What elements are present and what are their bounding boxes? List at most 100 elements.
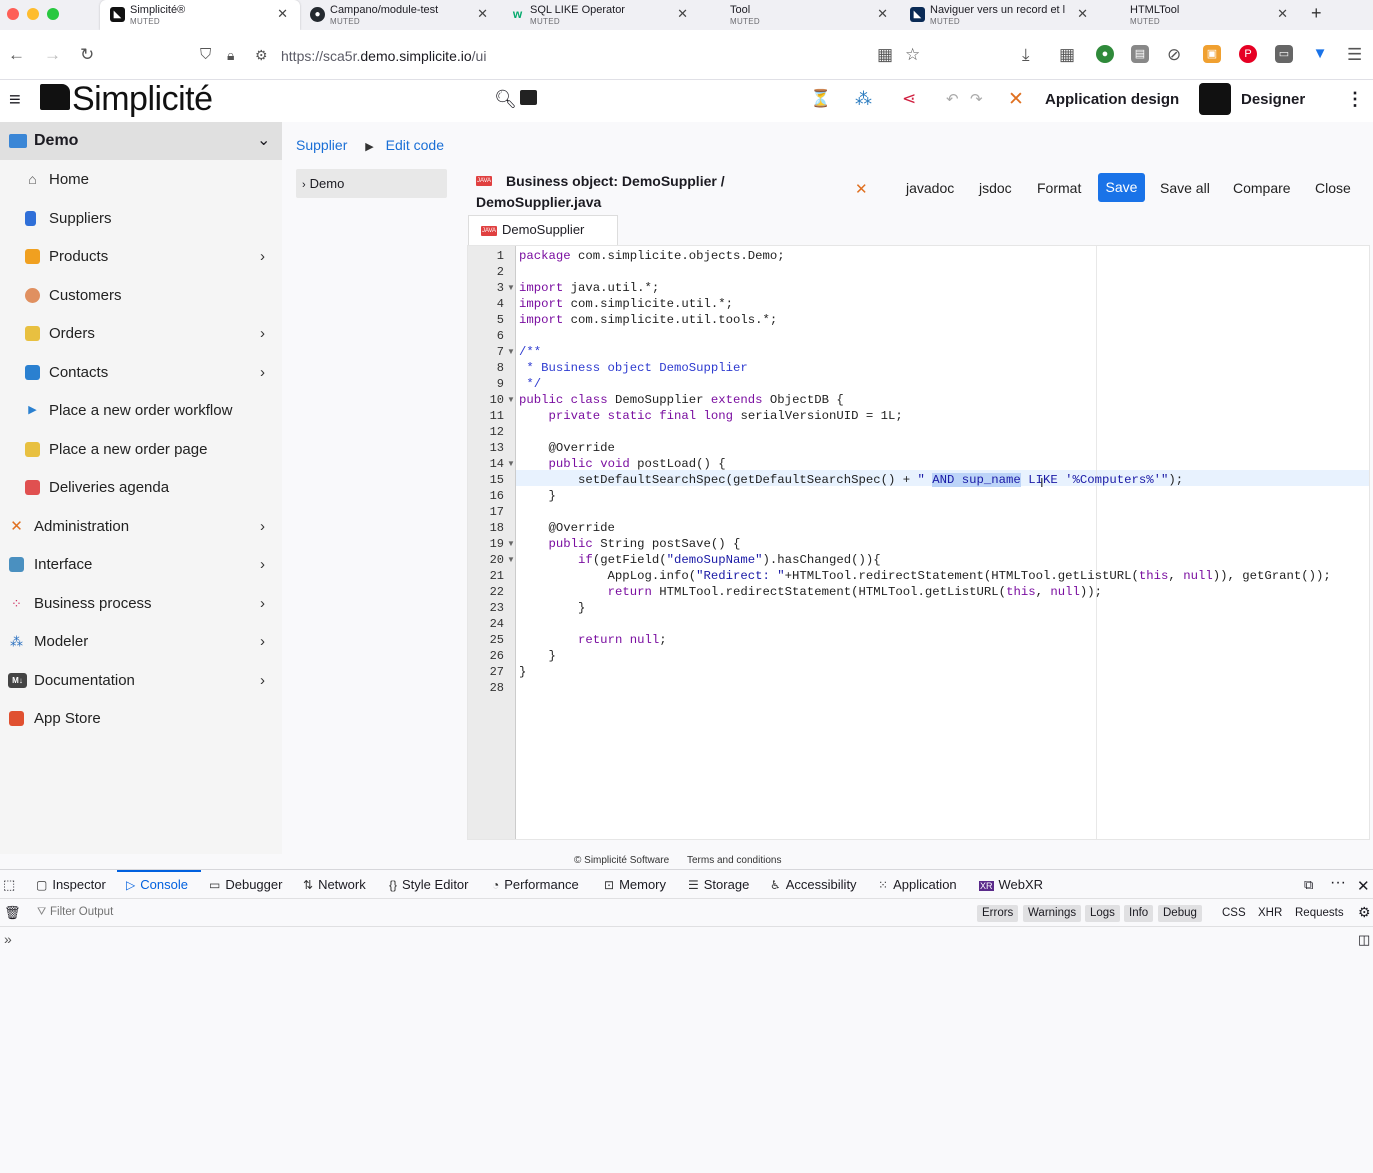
tab-application[interactable]: ⁙ Application — [878, 877, 957, 892]
sidebar-item-deliveries-agenda[interactable]: Deliveries agenda — [0, 469, 282, 507]
browser-tab-w3schools[interactable]: w SQL LIKE Operator MUTED ✕ — [500, 0, 700, 30]
sidebar-item-place-order-page[interactable]: Place a new order page — [0, 431, 282, 469]
tab-memory[interactable]: ⊡ Memory — [604, 877, 666, 892]
url-bar[interactable]: https://sca5r.demo.simplicite.io/ui — [281, 48, 486, 64]
level-info-toggle[interactable]: Info — [1124, 905, 1154, 922]
sidebar-item-orders[interactable]: Orders › — [0, 315, 282, 353]
sidebar-item-customers[interactable]: Customers — [0, 277, 282, 315]
xhr-filter-toggle[interactable]: XHR — [1253, 905, 1287, 922]
javadoc-button[interactable]: javadoc — [906, 180, 954, 196]
back-arrow-icon[interactable]: ← — [8, 45, 25, 65]
tools-icon[interactable]: ✕ — [1008, 88, 1024, 111]
split-console-icon[interactable]: ◫ — [1358, 932, 1370, 948]
user-label[interactable]: Designer — [1241, 91, 1305, 108]
fold-arrow-icon[interactable]: ▼ — [507, 536, 515, 552]
requests-filter-toggle[interactable]: Requests — [1290, 905, 1349, 922]
code-line[interactable]: import com.simplicite.util.*; — [519, 296, 733, 312]
level-debug-toggle[interactable]: Debug — [1158, 905, 1202, 922]
jsdoc-button[interactable]: jsdoc — [979, 180, 1012, 196]
kebab-menu-icon[interactable]: ⋮ — [1346, 89, 1364, 110]
code-line[interactable]: private static final long serialVersionU… — [519, 408, 903, 424]
code-line[interactable]: public void postLoad() { — [519, 456, 726, 472]
sidebar-section-administration[interactable]: ✕ Administration › — [0, 508, 282, 546]
format-button[interactable]: Format — [1037, 180, 1081, 196]
browser-tab-tool[interactable]: Tool MUTED ✕ — [700, 0, 900, 30]
editor-tab[interactable]: JAVA DemoSupplier — [468, 215, 618, 245]
extension-icon[interactable]: ▤ — [1131, 45, 1149, 63]
code-line[interactable]: } — [519, 648, 556, 664]
code-line[interactable]: @Override — [519, 520, 615, 536]
inbox-icon[interactable] — [520, 90, 537, 105]
undo-icon[interactable]: ↶ — [946, 90, 959, 108]
tab-close-icon[interactable]: ✕ — [1277, 6, 1288, 22]
settings-gear-icon[interactable]: ⚙ — [1358, 904, 1371, 921]
sidebar-item-place-order-workflow[interactable]: ▶ Place a new order workflow — [0, 392, 282, 430]
sidebar-section-business-process[interactable]: ⁘ Business process › — [0, 585, 282, 623]
block-icon[interactable]: ⊘ — [1167, 45, 1181, 65]
code-line[interactable]: } — [519, 664, 526, 680]
save-all-button[interactable]: Save all — [1160, 180, 1210, 196]
code-line[interactable]: * Business object DemoSupplier — [519, 360, 747, 376]
tab-debugger[interactable]: ▭ Debugger — [209, 877, 282, 892]
tracking-shield-icon[interactable]: ⛉ — [200, 45, 211, 65]
fold-arrow-icon[interactable]: ▼ — [507, 280, 515, 296]
tab-style-editor[interactable]: {} Style Editor — [389, 877, 469, 892]
code-line[interactable]: AppLog.info("Redirect: "+HTMLTool.redire… — [519, 568, 1331, 584]
molecule-icon[interactable]: ⁂ — [855, 89, 872, 109]
code-line[interactable]: if(getField("demoSupName").hasChanged())… — [519, 552, 881, 568]
app-scope-label[interactable]: Application design — [1045, 91, 1179, 108]
tab-close-icon[interactable]: ✕ — [1077, 6, 1088, 22]
app-logo[interactable]: Simplicité — [40, 80, 213, 119]
permissions-icon[interactable]: ⚙ — [255, 45, 268, 65]
tab-accessibility[interactable]: ♿︎ Accessibility — [770, 877, 857, 892]
tab-close-icon[interactable]: ✕ — [477, 6, 488, 22]
menu-icon[interactable]: ☰ — [1347, 45, 1362, 65]
compare-button[interactable]: Compare — [1233, 180, 1291, 196]
save-button[interactable]: Save — [1098, 173, 1145, 202]
trash-icon[interactable]: 🗑︎ — [4, 905, 21, 921]
qr-code-icon[interactable]: ▦ — [877, 45, 893, 65]
tab-console[interactable]: ▷ Console — [126, 877, 188, 892]
code-line[interactable]: @Override — [519, 440, 615, 456]
reload-icon[interactable]: ↻ — [80, 45, 94, 65]
redo-icon[interactable]: ↷ — [970, 90, 983, 108]
tab-close-icon[interactable]: ✕ — [677, 6, 688, 22]
element-picker-icon[interactable]: ⬚ — [3, 877, 15, 893]
window-minimize-button[interactable] — [27, 8, 39, 20]
browser-tab-simplicite[interactable]: ◣ Simplicité® MUTED ✕ — [100, 0, 300, 30]
more-options-icon[interactable]: ··· — [1330, 874, 1346, 892]
share-icon[interactable]: ⋖ — [902, 89, 916, 109]
forward-arrow-icon[interactable]: → — [44, 45, 61, 65]
sidebar-section-documentation[interactable]: M↓ Documentation › — [0, 662, 282, 700]
tab-close-icon[interactable]: ✕ — [877, 6, 888, 22]
sidebar-scope-header[interactable]: Demo ⌄ — [0, 122, 282, 160]
code-line[interactable]: } — [519, 488, 556, 504]
code-line[interactable]: return HTMLTool.redirectStatement(HTMLTo… — [519, 584, 1102, 600]
tools-icon[interactable]: ✕ — [855, 180, 868, 198]
level-logs-toggle[interactable]: Logs — [1085, 905, 1120, 922]
window-close-button[interactable] — [7, 8, 19, 20]
fold-arrow-icon[interactable]: ▼ — [507, 552, 515, 568]
browser-tab-naviguer[interactable]: ◣ Naviguer vers un record et l MUTED ✕ — [900, 0, 1100, 30]
filter-output-input[interactable]: Filter Output — [50, 906, 113, 918]
breadcrumb-edit-code[interactable]: Edit code — [386, 137, 444, 153]
code-line[interactable]: /** — [519, 344, 541, 360]
fold-arrow-icon[interactable]: ▼ — [507, 392, 515, 408]
level-errors-toggle[interactable]: Errors — [977, 905, 1019, 922]
extension-icon[interactable]: ▣ — [1203, 45, 1221, 63]
sidebar-section-app-store[interactable]: App Store — [0, 700, 282, 738]
dock-icon[interactable]: ⧉ — [1304, 877, 1313, 893]
tab-performance[interactable]: ◔ Performance — [492, 877, 579, 892]
extensions-icon[interactable]: ▦ — [1059, 45, 1075, 65]
code-line[interactable]: setDefaultSearchSpec(getDefaultSearchSpe… — [519, 472, 1183, 488]
code-editor[interactable]: 1 2 3 ▼ 4 5 6 7 ▼ 8 9 10 ▼ 11 12 13 14 ▼ 15 16 17 18 19 ▼ 20 ▼ 21 2… — [467, 245, 1370, 840]
level-warnings-toggle[interactable]: Warnings — [1023, 905, 1082, 922]
pinterest-icon[interactable]: P — [1239, 45, 1257, 63]
tab-webxr[interactable]: XR WebXR — [979, 877, 1043, 892]
browser-tab-github[interactable]: ● Campano/module-test MUTED ✕ — [300, 0, 500, 30]
tree-node-demo[interactable]: › Demo — [296, 169, 447, 198]
fold-arrow-icon[interactable]: ▼ — [507, 456, 515, 472]
tab-storage[interactable]: ☰ Storage — [688, 877, 749, 892]
extension-icon[interactable]: ▭ — [1275, 45, 1293, 63]
sidebar-item-contacts[interactable]: Contacts › — [0, 354, 282, 392]
